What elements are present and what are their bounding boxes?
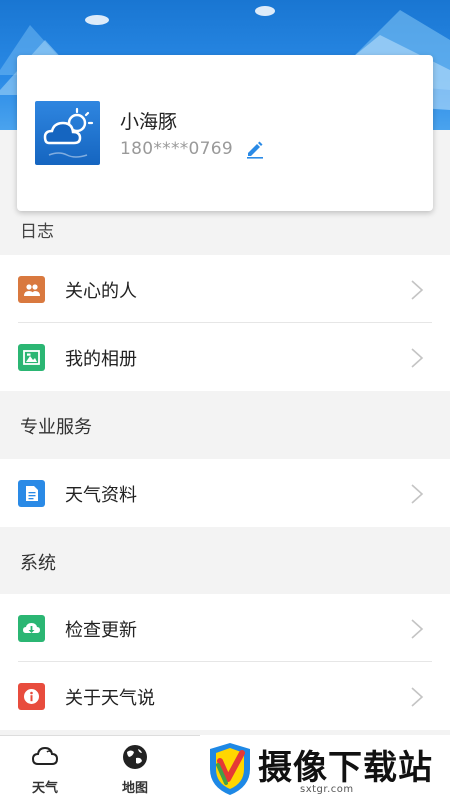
info-icon xyxy=(18,683,45,710)
document-icon xyxy=(18,480,45,507)
people-icon xyxy=(18,276,45,303)
list-item-my-album[interactable]: 我的相册 xyxy=(0,323,450,391)
album-icon xyxy=(18,344,45,371)
list-item-check-update[interactable]: 检查更新 xyxy=(0,594,450,662)
edit-pencil-icon[interactable] xyxy=(245,139,265,159)
watermark-subtitle: sxtgr.com xyxy=(300,784,354,795)
tab-weather[interactable]: 天气 xyxy=(0,736,90,800)
list-item-label: 我的相册 xyxy=(65,349,137,370)
list-item-label: 天气资料 xyxy=(65,485,137,506)
section-header-system: 系统 xyxy=(0,527,450,595)
section-header-label: 系统 xyxy=(20,553,56,574)
cloud-download-icon xyxy=(18,615,45,642)
section-header-label: 专业服务 xyxy=(20,417,92,438)
avatar[interactable] xyxy=(35,101,100,165)
username: 小海豚 xyxy=(120,111,178,133)
section-header-label: 日志 xyxy=(20,222,54,242)
chevron-right-icon xyxy=(411,484,424,504)
list-item-label: 检查更新 xyxy=(65,620,137,641)
watermark: 摄像下载站 sxtgr.com xyxy=(200,735,450,800)
tab-label: 地图 xyxy=(121,781,148,796)
chevron-right-icon xyxy=(411,687,424,707)
list-item-about[interactable]: 关于天气说 xyxy=(0,662,450,730)
section-header-professional-services: 专业服务 xyxy=(0,391,450,459)
list-item-label: 关于天气说 xyxy=(65,688,155,709)
weather-app-logo-icon xyxy=(43,107,94,158)
profile-card[interactable]: 小海豚 180****0769 xyxy=(17,55,433,211)
list-item-weather-data[interactable]: 天气资料 xyxy=(0,459,450,527)
watermark-title: 摄像下载站 xyxy=(258,748,433,788)
watermark-logo-icon xyxy=(210,743,250,795)
tab-map[interactable]: 地图 xyxy=(90,736,180,800)
list-item-caring-people[interactable]: 关心的人 xyxy=(0,255,450,323)
globe-icon xyxy=(123,745,147,769)
chevron-right-icon xyxy=(411,348,424,368)
chevron-right-icon xyxy=(411,280,424,300)
list-item-label: 关心的人 xyxy=(65,281,137,302)
cloud-icon xyxy=(31,746,59,765)
section-header-partial: 日志 xyxy=(0,211,450,255)
chevron-right-icon xyxy=(411,619,424,639)
tab-label: 天气 xyxy=(31,781,58,796)
phone-row: 180****0769 xyxy=(120,139,265,159)
phone-number: 180****0769 xyxy=(120,139,234,159)
